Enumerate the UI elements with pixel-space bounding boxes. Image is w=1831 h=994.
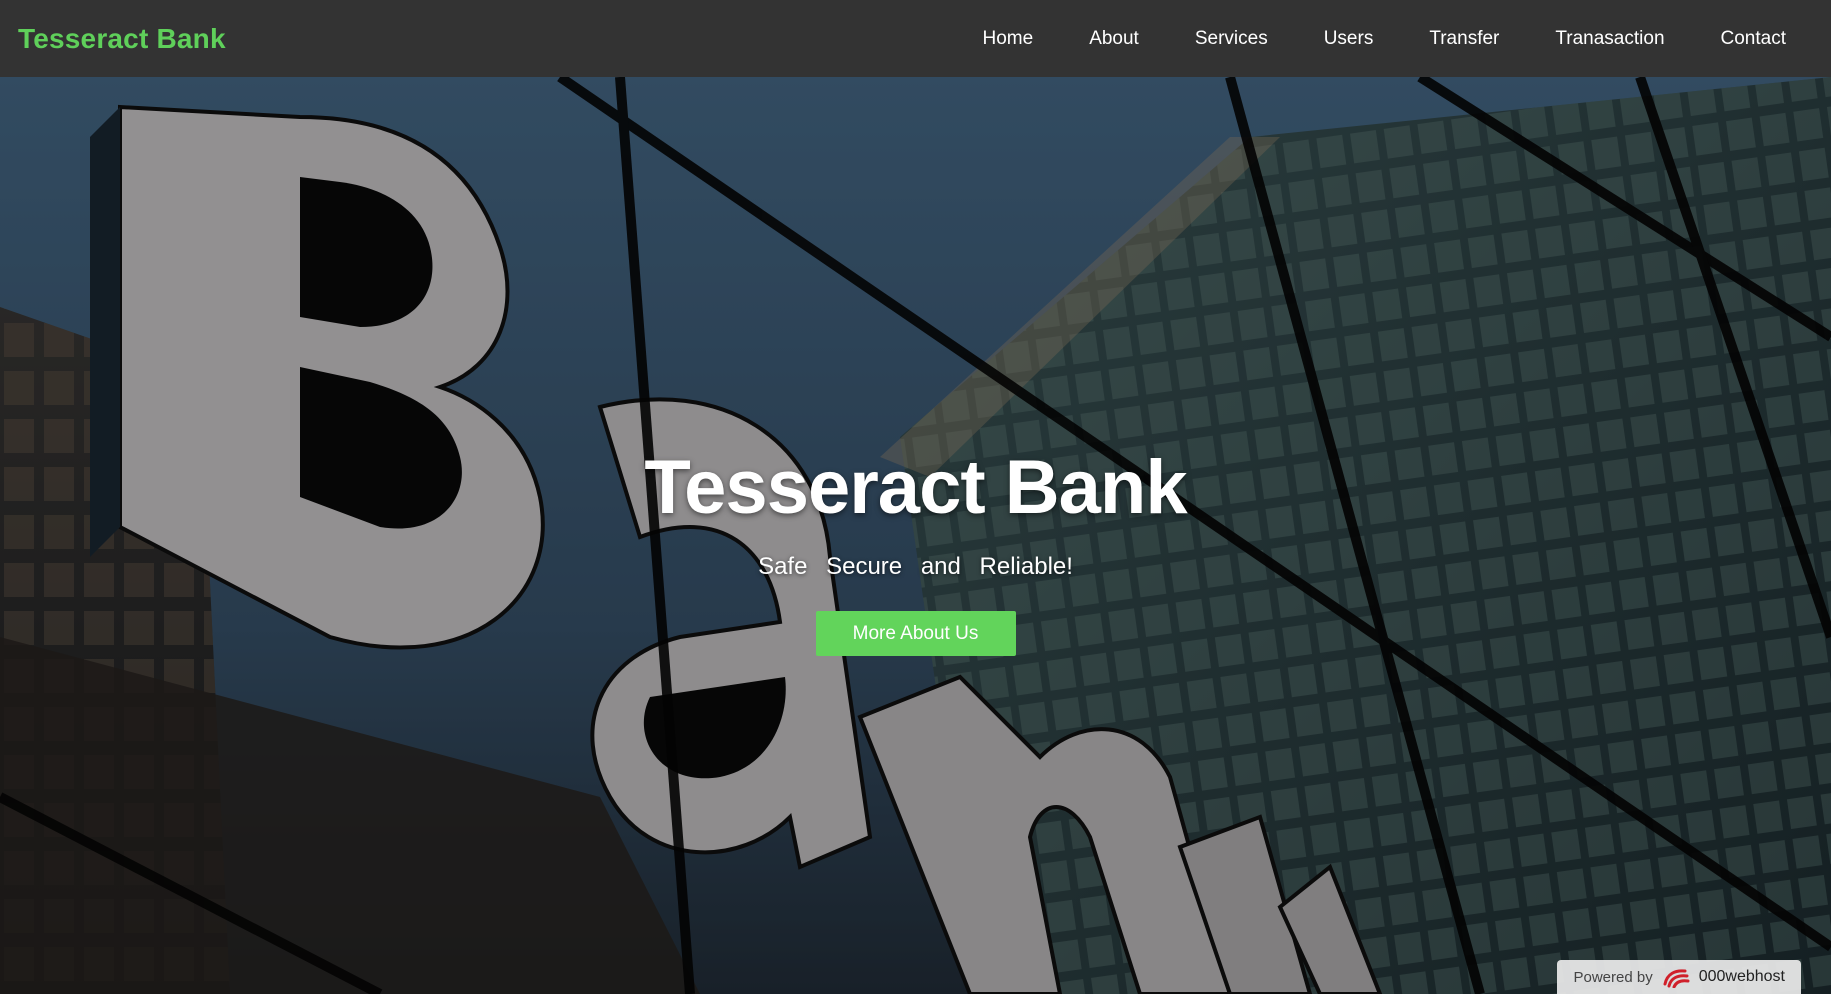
hero-tagline: Safe Secure and Reliable! (758, 553, 1073, 580)
000webhost-logo-icon (1661, 966, 1691, 989)
powered-by-badge[interactable]: Powered by 000webhost (1557, 960, 1801, 994)
nav-link-contact[interactable]: Contact (1721, 28, 1786, 50)
navbar: Tesseract Bank Home About Services Users… (0, 0, 1831, 77)
nav-link-transaction[interactable]: Tranasaction (1555, 28, 1664, 50)
nav-links: Home About Services Users Transfer Trana… (983, 28, 1787, 50)
nav-link-services[interactable]: Services (1195, 28, 1268, 50)
nav-link-users[interactable]: Users (1324, 28, 1374, 50)
hero-content: Tesseract Bank Safe Secure and Reliable!… (0, 77, 1831, 994)
brand-logo-link[interactable]: Tesseract Bank (18, 23, 226, 55)
hero-title: Tesseract Bank (644, 445, 1187, 530)
nav-link-about[interactable]: About (1089, 28, 1139, 50)
nav-link-transfer[interactable]: Transfer (1429, 28, 1499, 50)
nav-link-home[interactable]: Home (983, 28, 1034, 50)
hero-section: Tesseract Bank Safe Secure and Reliable!… (0, 77, 1831, 994)
more-about-us-button[interactable]: More About Us (815, 611, 1016, 656)
powered-by-brand: 000webhost (1698, 968, 1785, 985)
powered-by-label: Powered by (1573, 968, 1653, 986)
